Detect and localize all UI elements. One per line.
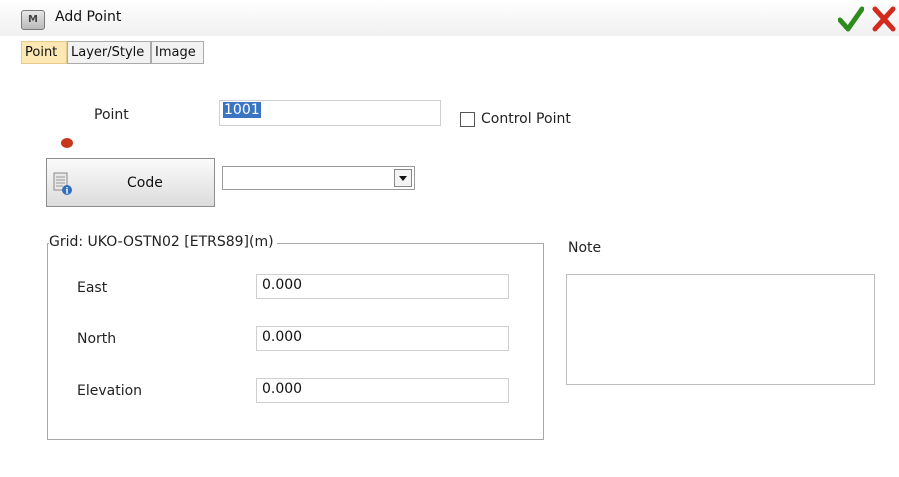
control-point-checkbox[interactable] <box>460 112 475 127</box>
chevron-down-icon[interactable] <box>394 169 412 187</box>
note-label: Note <box>568 240 602 256</box>
tab-layer-style[interactable]: Layer/Style <box>67 41 151 64</box>
elevation-input[interactable]: 0.000 <box>256 378 509 403</box>
north-label: North <box>77 331 117 347</box>
check-icon[interactable] <box>838 5 864 33</box>
north-input[interactable]: 0.000 <box>256 326 509 351</box>
window-title: Add Point <box>55 9 122 25</box>
code-dropdown[interactable] <box>222 166 415 190</box>
code-button-label: Code <box>127 175 163 191</box>
control-point-label[interactable]: Control Point <box>481 111 571 127</box>
grid-group-legend: Grid: UKO-OSTN02 [ETRS89](m) <box>49 234 277 250</box>
code-button[interactable]: i Code <box>46 158 215 207</box>
east-input[interactable]: 0.000 <box>256 274 509 299</box>
tab-point[interactable]: Point <box>21 41 67 64</box>
point-label: Point <box>94 107 129 123</box>
tab-image[interactable]: Image <box>151 41 204 64</box>
document-info-icon: i <box>53 172 72 196</box>
east-label: East <box>77 280 108 296</box>
point-id-input[interactable]: 1001 <box>219 100 441 126</box>
note-textarea[interactable] <box>566 274 875 385</box>
elevation-label: Elevation <box>77 383 143 399</box>
app-logo-icon: M <box>21 10 45 30</box>
svg-text:i: i <box>66 186 69 196</box>
point-id-value: 1001 <box>223 102 261 118</box>
title-bar: M Add Point <box>0 0 899 36</box>
close-icon[interactable] <box>871 5 897 33</box>
point-color-icon <box>61 138 73 148</box>
